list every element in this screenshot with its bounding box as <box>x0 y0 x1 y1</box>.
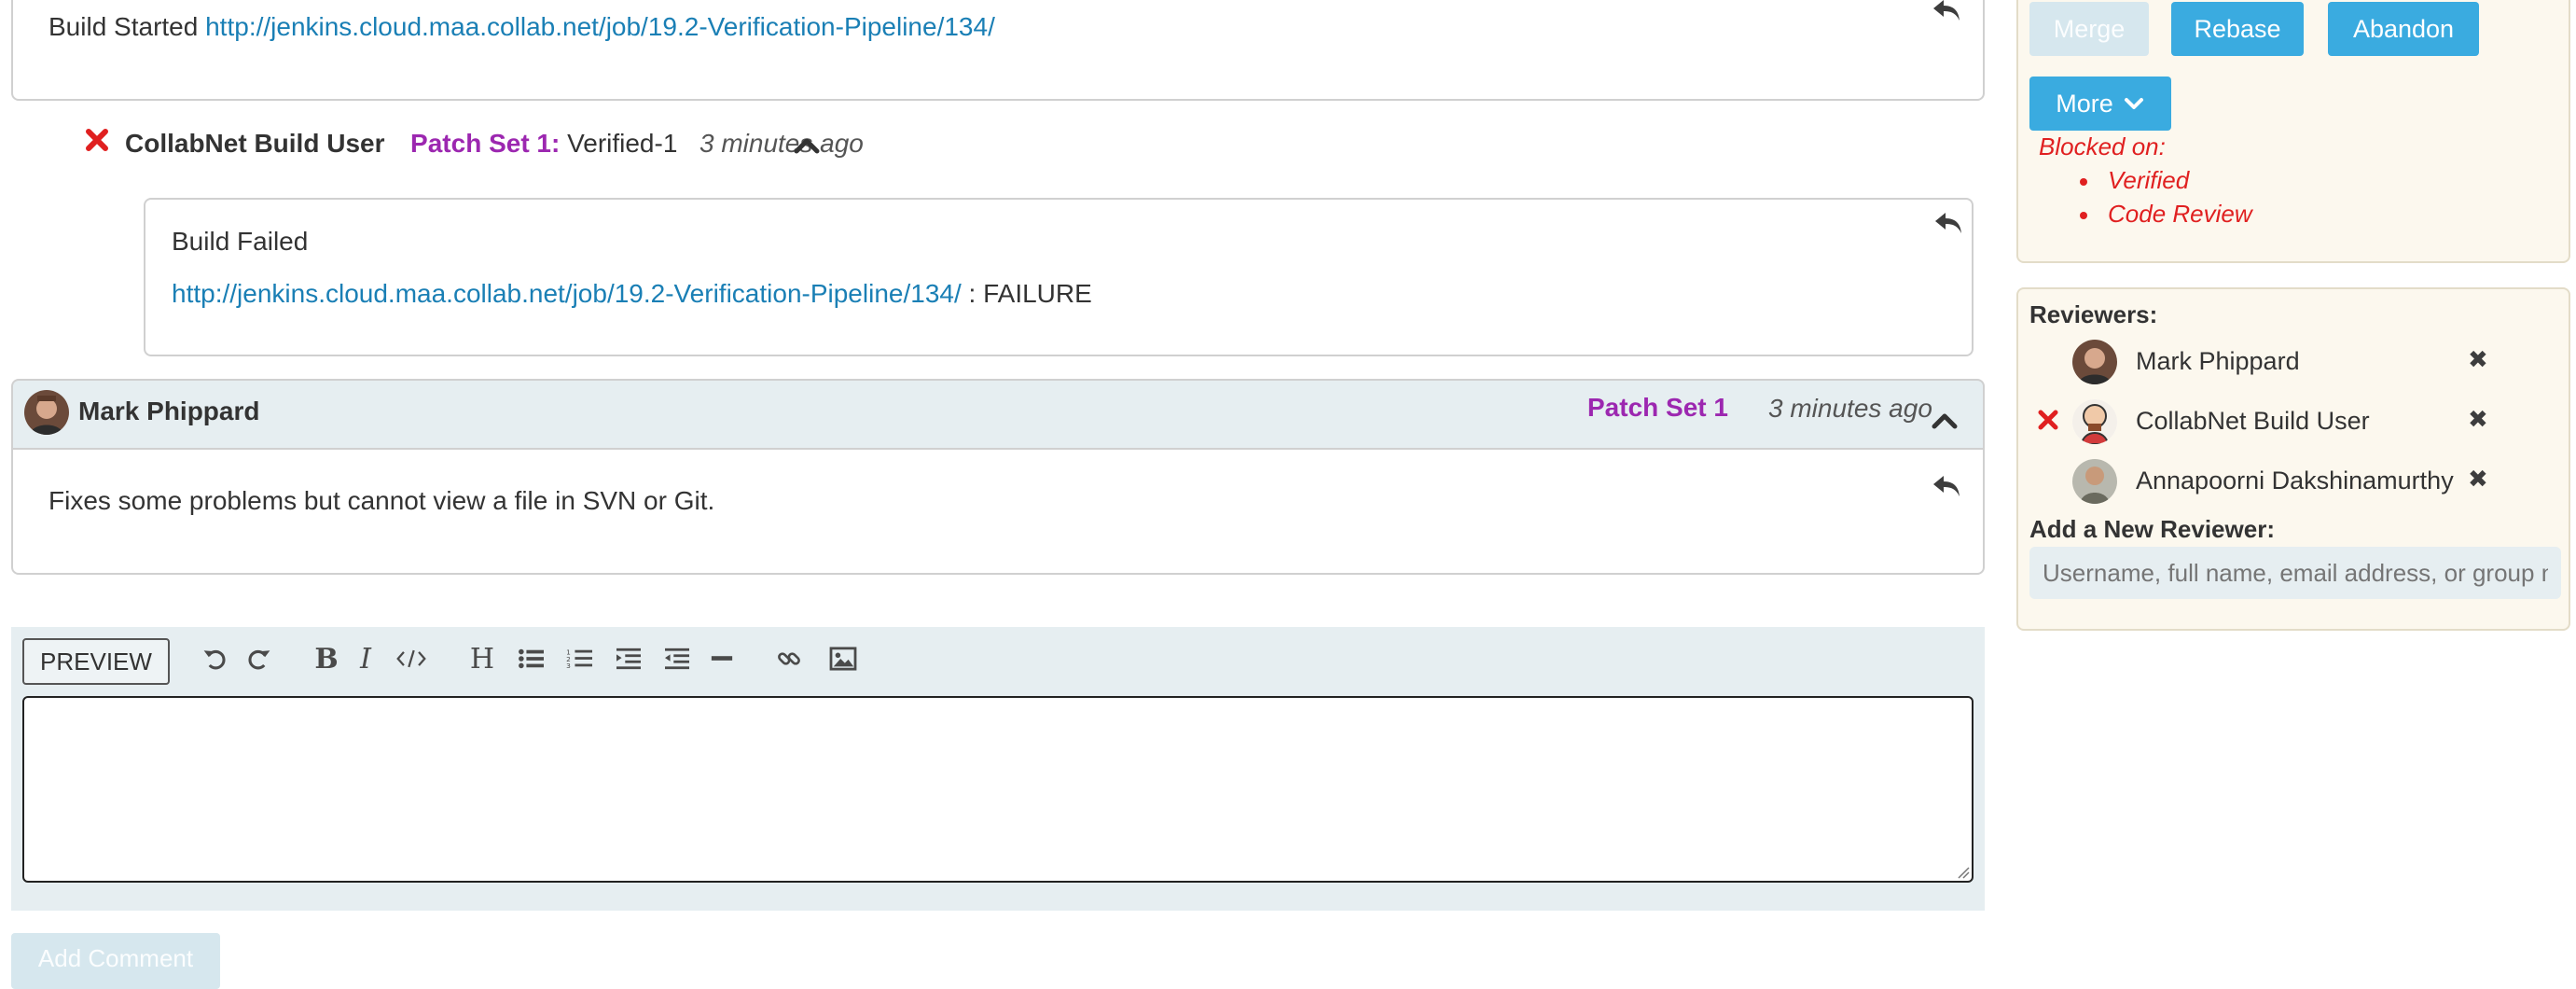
reviewer-row: CollabNet Build User ✖ <box>2028 397 2494 450</box>
code-icon[interactable] <box>394 642 429 676</box>
build-failed-line: http://jenkins.cloud.maa.collab.net/job/… <box>172 278 1092 310</box>
timestamp: 3 minutes ago <box>1768 394 1932 423</box>
italic-icon[interactable]: I <box>354 642 377 676</box>
outdent-icon[interactable] <box>662 642 692 676</box>
indent-icon[interactable] <box>614 642 644 676</box>
svg-text:3: 3 <box>566 662 571 670</box>
message-header-build-user: CollabNet Build User Patch Set 1: Verifi… <box>125 128 864 160</box>
add-comment-button[interactable]: Add Comment <box>11 933 220 989</box>
collapse-chevron-icon[interactable] <box>1931 410 1959 432</box>
author-name: CollabNet Build User <box>125 129 385 158</box>
blocked-item: Verified <box>2080 166 2189 195</box>
comment-text: Fixes some problems but cannot view a fi… <box>48 486 715 515</box>
blocked-item-label: Code Review <box>2108 200 2252 228</box>
vote-label: Verified-1 <box>567 129 678 158</box>
patch-set-label[interactable]: Patch Set 1: <box>410 129 560 158</box>
reject-icon <box>84 127 110 153</box>
bold-icon[interactable]: B <box>313 642 339 676</box>
undo-icon[interactable] <box>200 642 229 676</box>
comment-build-started-text: Build Started http://jenkins.cloud.maa.c… <box>48 11 995 43</box>
comment-build-failed <box>144 198 1974 356</box>
link-icon[interactable] <box>774 642 804 676</box>
comment-textarea[interactable] <box>22 696 1974 883</box>
reply-icon[interactable] <box>1931 0 1962 22</box>
preview-button[interactable]: PREVIEW <box>22 638 170 685</box>
avatar <box>2072 459 2117 504</box>
heading-icon[interactable]: H <box>468 642 496 676</box>
blocked-item-label: Verified <box>2108 166 2190 194</box>
patch-set-label[interactable]: Patch Set 1 <box>1587 392 1728 424</box>
build-started-label: Build Started <box>48 12 199 41</box>
preview-label: PREVIEW <box>40 647 152 676</box>
resize-handle-icon[interactable] <box>1955 864 1970 879</box>
add-reviewer-input[interactable] <box>2029 547 2561 599</box>
blocked-item: Code Review <box>2080 200 2252 229</box>
build-failed-title: Build Failed <box>172 227 309 256</box>
add-comment-label: Add Comment <box>37 944 194 972</box>
timestamp: 3 minutes ago <box>699 129 864 158</box>
avatar <box>2072 399 2117 444</box>
more-button[interactable]: More <box>2029 77 2171 131</box>
reply-icon[interactable] <box>1932 209 1964 235</box>
build-failed-link[interactable]: http://jenkins.cloud.maa.collab.net/job/… <box>172 279 962 308</box>
rebase-button[interactable]: Rebase <box>2171 2 2304 56</box>
abandon-label: Abandon <box>2352 14 2455 43</box>
add-reviewer-label: Add a New Reviewer: <box>2029 515 2275 543</box>
more-label: More <box>2056 89 2113 118</box>
remove-reviewer-icon[interactable]: ✖ <box>2468 465 2488 494</box>
merge-button[interactable]: Merge <box>2029 2 2149 56</box>
rebase-label: Rebase <box>2194 14 2281 43</box>
reviewer-name: CollabNet Build User <box>2136 407 2370 435</box>
reviewer-name: Mark Phippard <box>2136 347 2300 375</box>
reject-icon <box>2037 409 2059 431</box>
merge-label: Merge <box>2053 14 2126 43</box>
avatar <box>24 390 69 435</box>
avatar <box>2072 340 2117 384</box>
reviewer-name: Annapoorni Dakshinamurthy <box>2136 467 2454 494</box>
redo-icon[interactable] <box>244 642 274 676</box>
bullet-list-icon[interactable] <box>517 642 547 676</box>
reply-icon[interactable] <box>1931 472 1962 498</box>
reviewer-row: Annapoorni Dakshinamurthy ✖ <box>2028 457 2494 509</box>
abandon-button[interactable]: Abandon <box>2328 2 2479 56</box>
blocked-on-label: Blocked on: <box>2039 132 2166 160</box>
numbered-list-icon[interactable]: 123 <box>565 642 595 676</box>
image-icon[interactable] <box>828 642 858 676</box>
chevron-down-icon <box>2123 95 2145 112</box>
failure-suffix: : FAILURE <box>968 279 1092 308</box>
remove-reviewer-icon[interactable]: ✖ <box>2468 345 2488 374</box>
author-name: Mark Phippard <box>78 397 260 425</box>
reviewers-title: Reviewers: <box>2029 300 2158 328</box>
reviewer-row: Mark Phippard ✖ <box>2028 338 2494 390</box>
remove-reviewer-icon[interactable]: ✖ <box>2468 405 2488 434</box>
collapse-chevron-icon[interactable] <box>793 134 821 157</box>
horizontal-rule-icon[interactable] <box>709 642 735 676</box>
build-started-link[interactable]: http://jenkins.cloud.maa.collab.net/job/… <box>205 12 995 41</box>
